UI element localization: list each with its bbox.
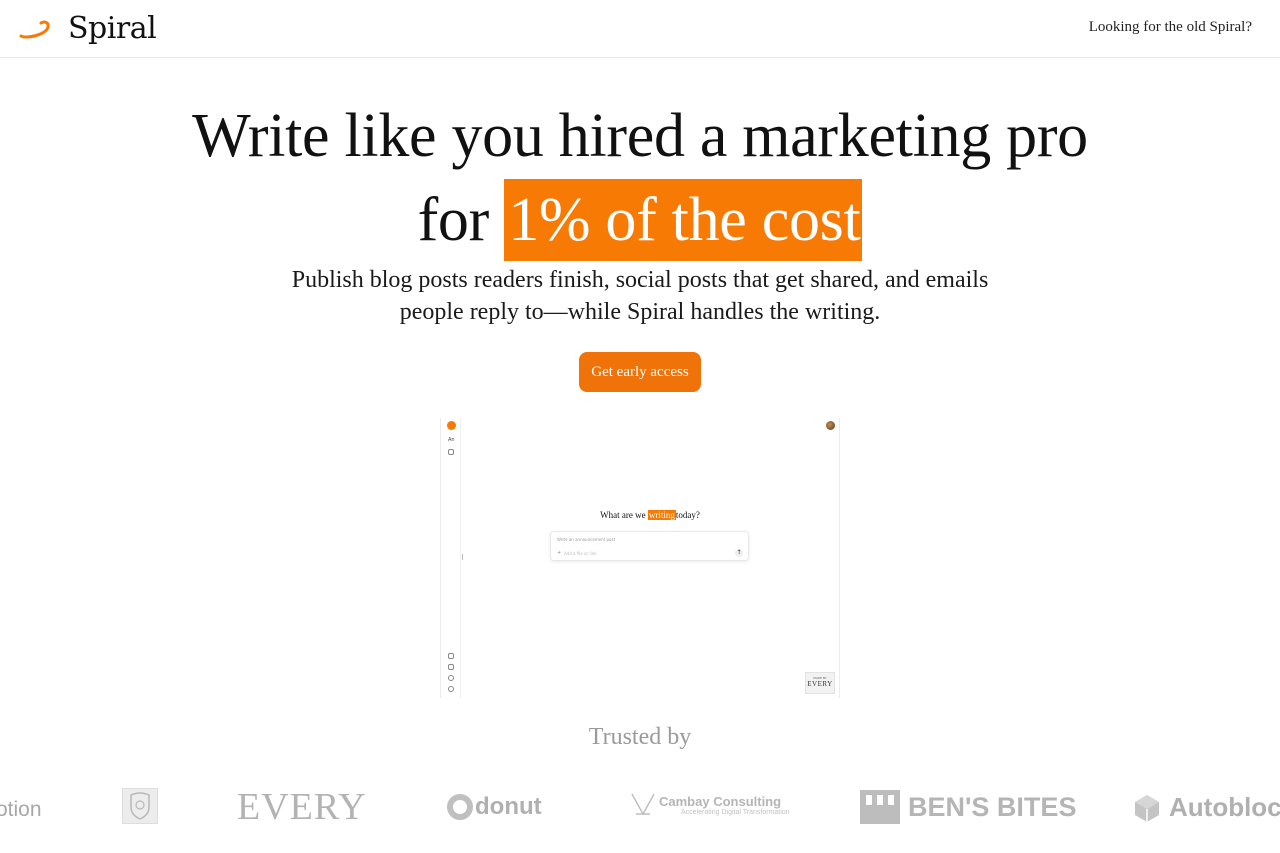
site-header: Spiral Looking for the old Spiral?: [0, 0, 1280, 58]
hero-subtitle-line2: people reply to—while Spiral handles the…: [399, 299, 881, 325]
preview-attach-label: Add a file or link: [564, 551, 597, 556]
preview-made-by-every-badge: MADE BY EVERY: [805, 672, 835, 694]
bens-bites-logo-text: BEN'S BITES: [908, 791, 1077, 822]
donut-logo-text: donut: [475, 793, 542, 820]
hero-headline: Write like you hired a marketing pro for…: [0, 94, 1280, 262]
spiral-logo-icon: [19, 20, 50, 39]
preview-logo-icon: [447, 421, 456, 430]
preview-question-after: today?: [675, 510, 700, 520]
hero-subtitle: Publish blog posts readers finish, socia…: [0, 264, 1280, 328]
bens-bites-icon: [860, 790, 900, 824]
preview-prompt-placeholder: Write an announcement post: [557, 537, 616, 542]
cambay-logo-tagline: Accelerating Digital Transformation: [681, 809, 790, 816]
cambay-icon: [631, 793, 655, 816]
app-preview: An What are we writingtoday? Write an an…: [440, 418, 840, 698]
donut-icon: [447, 794, 473, 820]
preview-avatar: [826, 421, 835, 430]
preview-question-before: What are we: [600, 510, 646, 520]
hero-headline-line1: Write like you hired a marketing pro: [192, 102, 1088, 170]
preview-inbox-icon: [448, 653, 454, 659]
preview-settings-icon: [448, 686, 454, 692]
customer-logos: otion EVERY donut Cambay Consulting Acce…: [0, 780, 1280, 840]
hero-subtitle-line1: Publish blog posts readers finish, socia…: [291, 267, 989, 293]
autoblocks-logo-text: Autoblock: [1169, 792, 1280, 822]
brand-logo-link[interactable]: Spiral: [18, 11, 157, 46]
brand-name: Spiral: [68, 11, 157, 46]
cambay-consulting-logo: Cambay Consulting Accelerating Digital T…: [630, 792, 790, 818]
preview-prompt-box: Write an announcement post + Add a file …: [550, 531, 749, 561]
old-spiral-link[interactable]: Looking for the old Spiral?: [1089, 19, 1252, 36]
preview-sidebar: An: [441, 418, 461, 698]
preview-theme-icon: [448, 675, 454, 681]
hero-headline-for: for: [417, 186, 490, 254]
preview-badge-big: EVERY: [807, 680, 833, 688]
trusted-by-heading: Trusted by: [588, 724, 692, 750]
notion-logo: otion: [0, 798, 42, 821]
autoblocks-logo: Autoblock: [1133, 792, 1280, 823]
autoblocks-cube-icon: [1135, 794, 1159, 822]
get-early-access-button[interactable]: Get early access: [579, 352, 701, 392]
hero-headline-highlight: 1% of the cost: [504, 179, 863, 261]
crest-logo: [122, 788, 158, 824]
crest-icon: [130, 792, 150, 820]
arrow-up-icon: ↑: [735, 549, 743, 557]
cambay-logo-text: Cambay Consulting: [659, 794, 782, 809]
preview-history-icon: [448, 449, 454, 455]
bens-bites-logo: BEN'S BITES: [860, 790, 1076, 824]
preview-question: What are we writingtoday?: [461, 510, 839, 520]
preview-attach-icon: +: [557, 550, 562, 556]
donut-logo: donut: [447, 793, 542, 821]
preview-question-highlight: writing: [647, 510, 676, 520]
preview-resize-handle: [462, 554, 463, 560]
every-logo: EVERY: [237, 786, 367, 828]
preview-sidebar-label: An: [448, 437, 455, 443]
preview-keyboard-icon: [448, 664, 454, 670]
